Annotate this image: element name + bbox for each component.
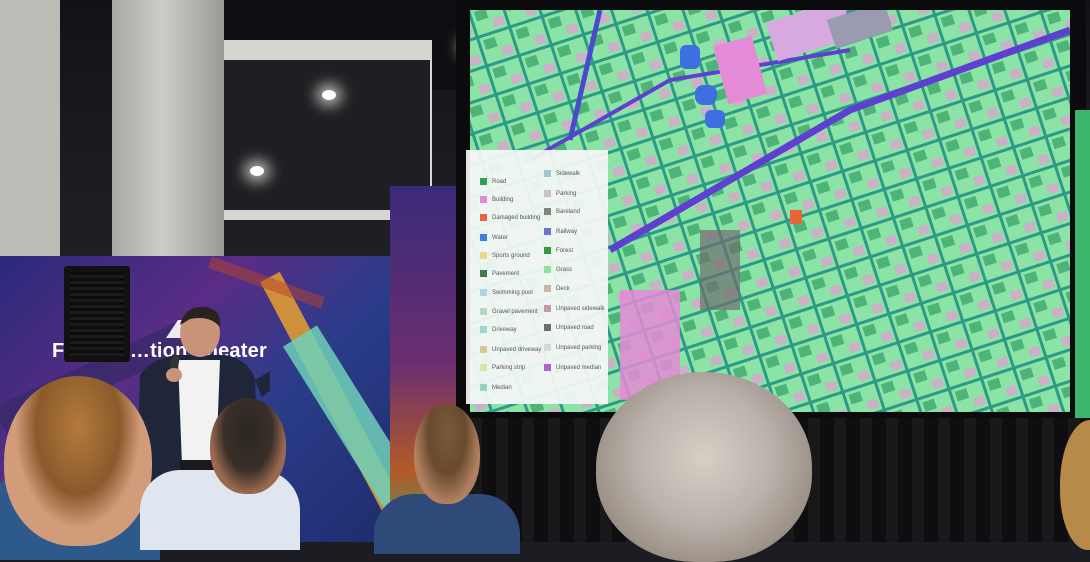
legend-item: Railway xyxy=(544,228,577,235)
legend-label: Pavement xyxy=(492,271,520,278)
legend-item: Parking strip xyxy=(480,364,525,371)
legend-swatch xyxy=(544,285,551,292)
legend-label: Unpaved parking xyxy=(556,345,602,352)
legend-swatch xyxy=(480,196,487,203)
legend-label: Gravel pavement xyxy=(492,309,538,316)
legend-swatch xyxy=(544,324,551,331)
legend-item: Unpaved median xyxy=(544,364,601,371)
legend-swatch xyxy=(480,270,487,277)
legend-label: Sidewalk xyxy=(556,171,581,178)
legend-swatch xyxy=(544,170,551,177)
water-body xyxy=(680,45,700,69)
legend-swatch xyxy=(480,346,487,353)
legend-swatch xyxy=(544,344,551,351)
legend-swatch xyxy=(480,308,487,315)
legend-item: Unpaved driveway xyxy=(480,346,541,353)
audience-member-4-head xyxy=(596,372,812,562)
legend-swatch xyxy=(480,214,487,221)
legend-item: Parking xyxy=(544,190,576,197)
legend-swatch xyxy=(544,305,551,312)
legend-swatch xyxy=(544,266,551,273)
legend-item: Water xyxy=(480,234,508,241)
legend-item: Sports ground xyxy=(480,252,530,259)
legend-item: Driveway xyxy=(480,326,517,333)
audience-member-1-head xyxy=(4,376,152,546)
legend-label: Water xyxy=(492,235,508,242)
legend-label: Unpaved road xyxy=(556,325,594,332)
side-banner-green xyxy=(1075,110,1090,430)
legend-item: Sidewalk xyxy=(544,170,580,177)
legend-swatch xyxy=(480,384,487,391)
legend-item: Pavement xyxy=(480,270,519,277)
legend-item: Swimming pool xyxy=(480,289,533,296)
legend-label: Bareland xyxy=(556,209,581,216)
legend-item: Gravel pavement xyxy=(480,308,538,315)
legend-label: Building xyxy=(492,197,514,204)
legend-label: Road xyxy=(492,179,507,186)
legend-label: Forest xyxy=(556,248,574,255)
legend-item: Forest xyxy=(544,247,573,254)
audience-member-2-head xyxy=(210,398,286,494)
legend-item: Grass xyxy=(544,266,572,273)
legend-label: Median xyxy=(492,385,512,392)
legend-item: Unpaved sidewalk xyxy=(544,305,605,312)
legend-swatch xyxy=(480,289,487,296)
concrete-pillar xyxy=(112,0,224,260)
water-body xyxy=(705,110,725,128)
map-legend: Road Building Damaged building Water Spo… xyxy=(466,150,608,404)
speaker-grill xyxy=(70,272,124,356)
legend-label: Damaged building xyxy=(492,215,541,222)
legend-label: Parking strip xyxy=(492,365,526,372)
legend-label: Deck xyxy=(556,286,570,293)
water-body xyxy=(695,85,717,105)
ceiling-light xyxy=(322,90,336,100)
legend-item: Bareland xyxy=(544,208,580,215)
legend-label: Grass xyxy=(556,267,573,274)
legend-item: Road xyxy=(480,178,506,185)
legend-label: Unpaved median xyxy=(556,365,602,372)
left-wall xyxy=(0,0,60,260)
legend-swatch xyxy=(544,208,551,215)
legend-swatch xyxy=(544,364,551,371)
legend-label: Swimming pool xyxy=(492,290,533,297)
legend-label: Parking xyxy=(556,191,577,198)
legend-item: Median xyxy=(480,384,512,391)
audience-member-2-shoulders xyxy=(140,470,300,550)
legend-label: Railway xyxy=(556,229,578,236)
legend-label: Sports ground xyxy=(492,253,530,260)
legend-label: Unpaved driveway xyxy=(492,347,542,354)
legend-item: Deck xyxy=(544,285,570,292)
banner-streak xyxy=(207,256,325,309)
legend-label: Unpaved sidewalk xyxy=(556,306,605,313)
audience-member-3-head xyxy=(414,404,480,504)
ceiling-light xyxy=(250,166,264,176)
legend-swatch xyxy=(544,190,551,197)
legend-label: Driveway xyxy=(492,327,517,334)
legend-swatch xyxy=(480,326,487,333)
legend-swatch xyxy=(480,252,487,259)
legend-item: Building xyxy=(480,196,513,203)
legend-swatch xyxy=(544,247,551,254)
legend-item: Unpaved road xyxy=(544,324,594,331)
legend-swatch xyxy=(480,234,487,241)
legend-item: Unpaved parking xyxy=(544,344,601,351)
legend-item: Damaged building xyxy=(480,214,540,221)
legend-swatch xyxy=(480,364,487,371)
legend-swatch xyxy=(480,178,487,185)
legend-swatch xyxy=(544,228,551,235)
